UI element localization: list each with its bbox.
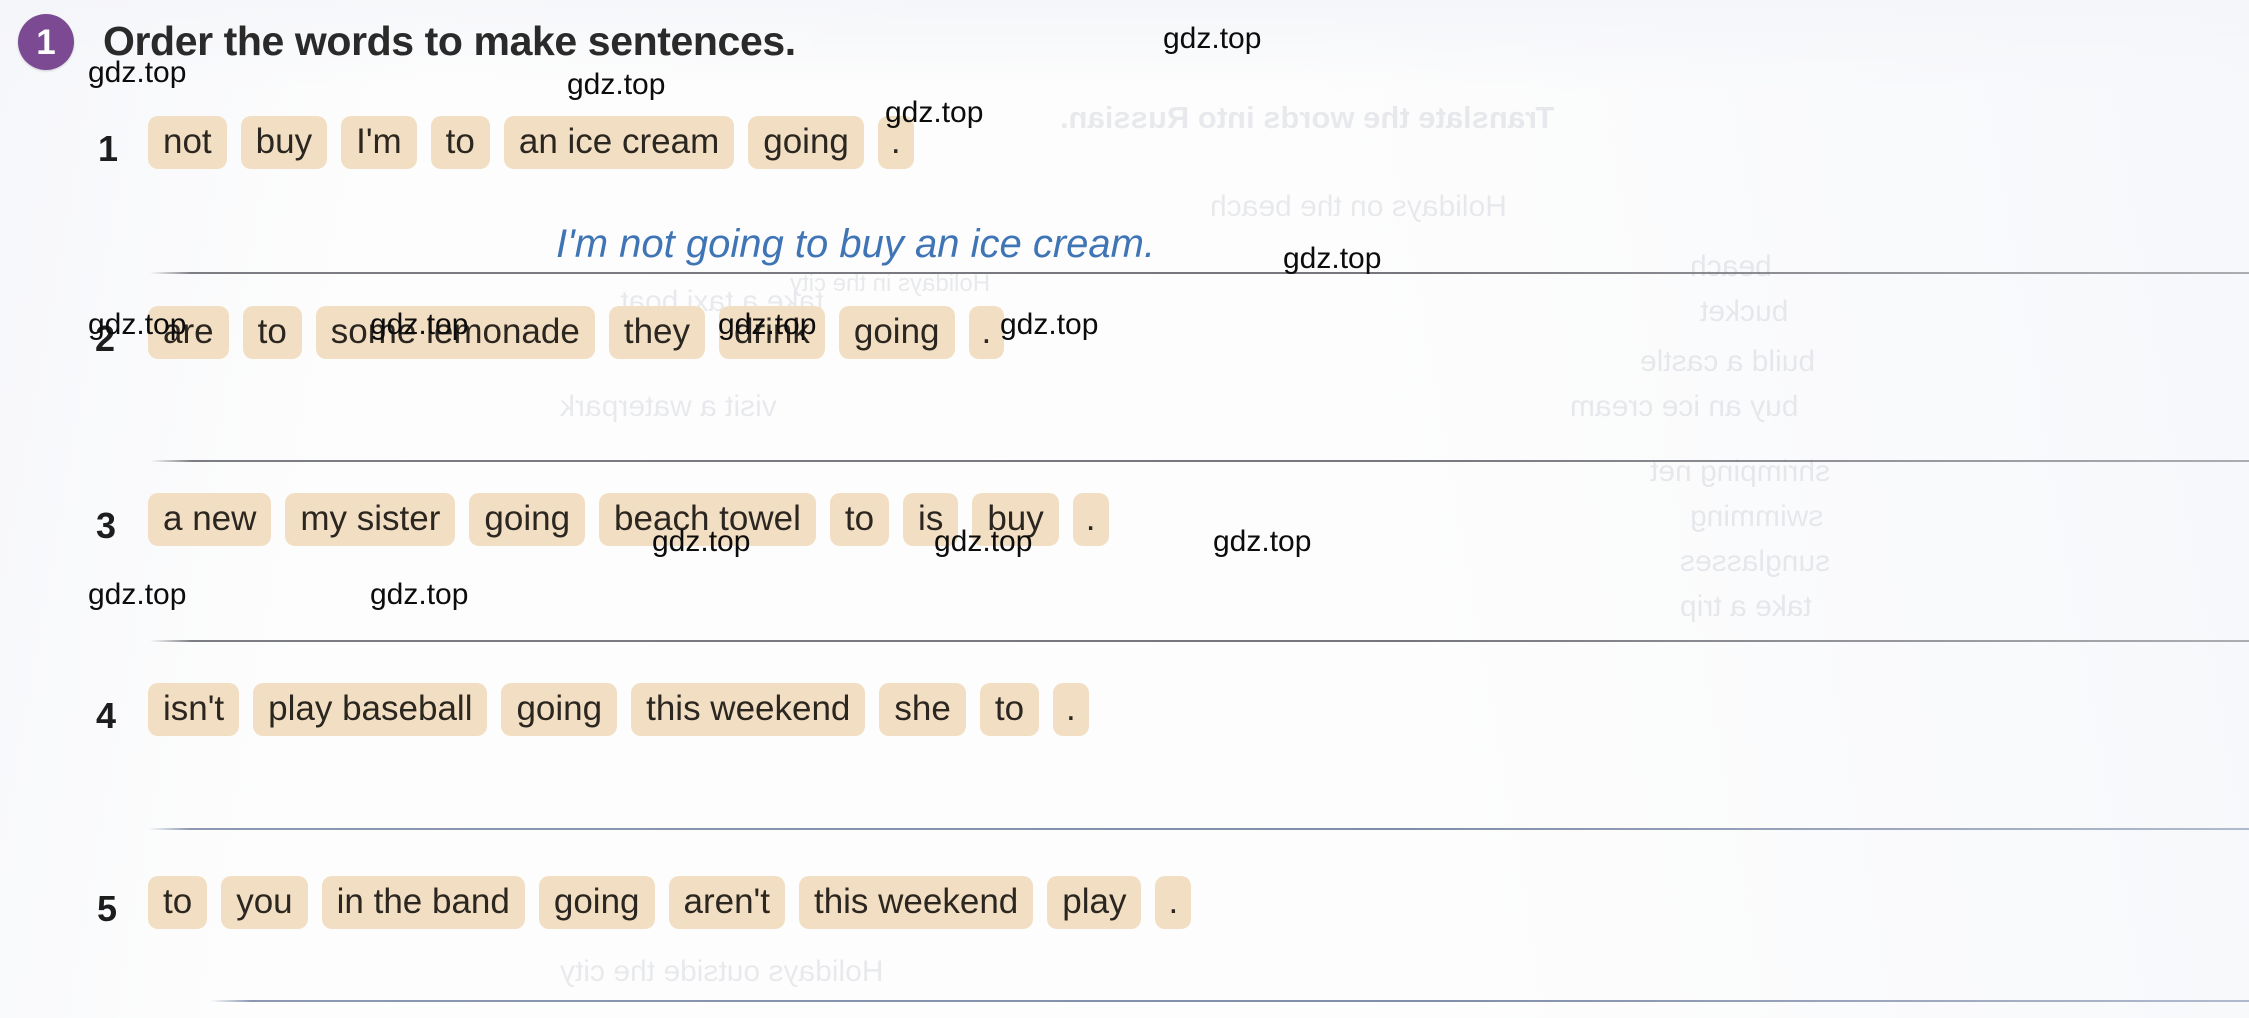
word-tile[interactable]: to bbox=[430, 116, 490, 169]
watermark: gdz.top bbox=[88, 578, 187, 611]
word-tile[interactable]: to bbox=[148, 876, 208, 929]
separator-line-3 bbox=[150, 640, 2249, 642]
word-tile[interactable]: you bbox=[221, 876, 308, 929]
item-number-5: 5 bbox=[97, 888, 118, 929]
separator-line-1 bbox=[150, 272, 2249, 274]
word-tiles-row-3: a new my sister going beach towel to is buy. bbox=[148, 493, 1109, 546]
word-tiles-row-5: to you in the band going aren't this weekend p… bbox=[148, 876, 1192, 929]
separator-line-5 bbox=[210, 1000, 2249, 1002]
bleed-through-text: take a trip bbox=[1680, 590, 1812, 623]
watermark: gdz.top bbox=[1163, 22, 1262, 55]
word-tile[interactable]: going bbox=[469, 493, 586, 546]
word-tile[interactable]: I'm bbox=[341, 116, 417, 169]
page-title: Order the words to make sentences. bbox=[103, 18, 796, 64]
word-tile[interactable]: she bbox=[879, 683, 966, 736]
word-tile[interactable]: this weekend bbox=[631, 683, 866, 736]
word-tile[interactable]: aren't bbox=[668, 876, 785, 929]
bleed-through-text: beach bbox=[1690, 250, 1772, 283]
item-number-3: 3 bbox=[96, 505, 117, 546]
item-number-4: 4 bbox=[96, 695, 117, 736]
watermark: gdz.top bbox=[1000, 308, 1099, 341]
word-tile[interactable]: an ice cream bbox=[503, 116, 735, 169]
word-tile[interactable]: this weekend bbox=[798, 876, 1034, 929]
word-tile[interactable]: to bbox=[829, 493, 890, 546]
worksheet-page: Translate the words into Russian. Holiday… bbox=[0, 0, 2249, 1018]
exercise-number-badge: 1 bbox=[18, 14, 74, 70]
word-tile[interactable]: they bbox=[608, 306, 705, 359]
word-tile[interactable]: going bbox=[538, 876, 655, 929]
bleed-through-text: swimming bbox=[1690, 500, 1824, 533]
word-tile[interactable]: going bbox=[748, 116, 864, 169]
bleed-through-text: bucket bbox=[1700, 295, 1789, 328]
word-tile[interactable]: in the band bbox=[321, 876, 525, 929]
word-tile-period[interactable]: . bbox=[1072, 493, 1109, 546]
word-tile[interactable]: a new bbox=[148, 493, 272, 546]
watermark: gdz.top bbox=[1213, 525, 1312, 558]
word-tile[interactable]: are bbox=[148, 306, 229, 359]
word-tile[interactable]: going bbox=[838, 306, 955, 359]
word-tile[interactable]: play baseball bbox=[253, 683, 488, 736]
word-tiles-row-1: not buy I'm to an ice cream going. bbox=[148, 116, 914, 169]
word-tiles-row-4: isn't play baseball going this weekend she to… bbox=[148, 683, 1089, 736]
word-tile[interactable]: isn't bbox=[148, 683, 240, 736]
bleed-through-text: Holidays in the city bbox=[790, 270, 991, 297]
word-tile[interactable]: my sister bbox=[285, 493, 456, 546]
bleed-through-text: visit a waterpark bbox=[560, 390, 777, 423]
word-tile[interactable]: is bbox=[903, 493, 959, 546]
watermark: gdz.top bbox=[567, 68, 666, 101]
word-tile-period[interactable]: . bbox=[1053, 683, 1089, 736]
word-tiles-row-2: are to some lemonade they drink going. bbox=[148, 306, 1005, 359]
answer-text-item-1: I'm not going to buy an ice cream. bbox=[556, 222, 1156, 266]
word-tile[interactable]: to bbox=[979, 683, 1040, 736]
word-tile[interactable]: to bbox=[242, 306, 302, 359]
bleed-through-text: build a castle bbox=[1640, 345, 1816, 378]
item-number-2: 2 bbox=[95, 318, 116, 359]
word-tile[interactable]: going bbox=[501, 683, 618, 736]
word-tile-period[interactable]: . bbox=[968, 306, 1005, 359]
word-tile-period[interactable]: . bbox=[877, 116, 914, 169]
bleed-through-text: sunglasses bbox=[1680, 545, 1831, 578]
word-tile-period[interactable]: . bbox=[1155, 876, 1192, 929]
word-tile[interactable]: buy bbox=[240, 116, 328, 169]
word-tile[interactable]: some lemonade bbox=[315, 306, 595, 359]
word-tile[interactable]: buy bbox=[972, 493, 1059, 546]
separator-line-4 bbox=[148, 828, 2249, 830]
bleed-through-text: Holidays outside the city bbox=[560, 955, 884, 988]
word-tile[interactable]: not bbox=[148, 116, 227, 169]
watermark: gdz.top bbox=[1283, 242, 1382, 275]
bleed-through-text: Translate the words into Russian. bbox=[1060, 100, 1555, 135]
bleed-through-text: Holidays on the beach bbox=[1210, 190, 1507, 223]
word-tile[interactable]: beach towel bbox=[599, 493, 816, 546]
item-number-1: 1 bbox=[98, 128, 119, 169]
word-tile[interactable]: play bbox=[1047, 876, 1142, 929]
watermark: gdz.top bbox=[370, 578, 469, 611]
separator-line-2 bbox=[150, 460, 2249, 462]
bleed-through-text: buy an ice cream bbox=[1570, 390, 1799, 423]
word-tile[interactable]: drink bbox=[719, 306, 825, 359]
